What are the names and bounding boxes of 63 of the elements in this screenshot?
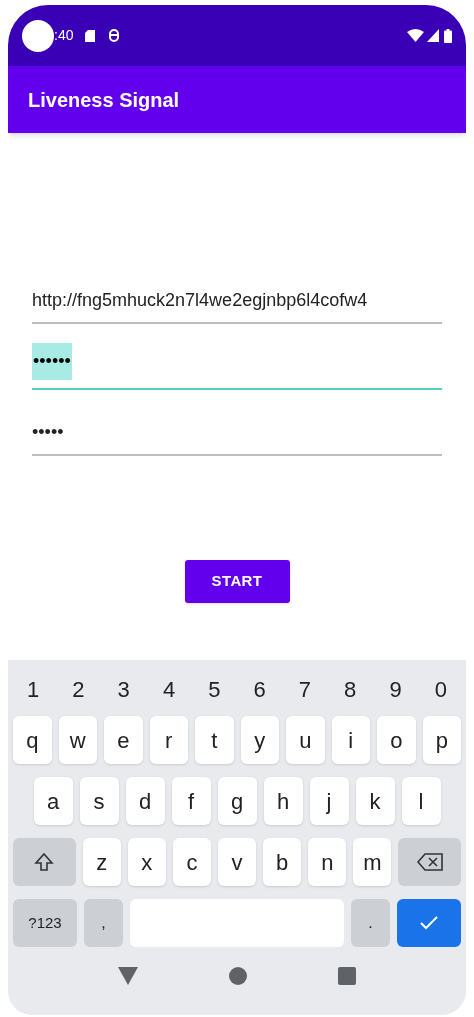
letter-key[interactable]: n — [308, 838, 347, 886]
start-button[interactable]: START — [184, 560, 290, 603]
letter-key[interactable]: f — [171, 777, 211, 825]
letter-key[interactable]: s — [79, 777, 119, 825]
letter-key[interactable]: c — [172, 838, 211, 886]
letter-key[interactable]: w — [58, 716, 97, 764]
letter-key[interactable]: u — [286, 716, 325, 764]
backspace-icon — [416, 853, 443, 871]
recents-icon[interactable] — [337, 967, 356, 985]
number-key[interactable]: 7 — [298, 672, 312, 706]
letter-key[interactable]: y — [240, 716, 279, 764]
input-field[interactable]: ••••• — [32, 410, 442, 456]
battery-icon — [444, 28, 452, 43]
letter-key[interactable]: j — [309, 777, 349, 825]
wifi-icon — [407, 29, 424, 42]
field-value: http://fng5mhuck2n7l4we2egjnbp6l4cofw4 — [32, 289, 368, 312]
letter-key[interactable]: q — [13, 716, 52, 764]
debug-icon — [109, 29, 120, 42]
letter-key[interactable]: e — [104, 716, 143, 764]
letter-key[interactable]: x — [127, 838, 166, 886]
field-value: ••••• — [32, 421, 64, 444]
letter-key[interactable]: m — [353, 838, 392, 886]
letter-key[interactable]: i — [331, 716, 370, 764]
letter-key[interactable]: o — [377, 716, 416, 764]
letter-key[interactable]: p — [422, 716, 461, 764]
backspace-key[interactable] — [398, 838, 461, 886]
number-key[interactable]: 5 — [208, 672, 221, 706]
number-key[interactable]: 1 — [27, 672, 40, 706]
input-field[interactable]: •••••• — [32, 344, 442, 390]
number-key[interactable]: 9 — [389, 672, 402, 706]
period-key[interactable]: . — [351, 899, 390, 947]
letter-key[interactable]: z — [82, 838, 121, 886]
letter-key[interactable]: b — [263, 838, 302, 886]
shift-key[interactable] — [13, 838, 76, 886]
number-key[interactable]: 4 — [162, 672, 176, 706]
back-icon[interactable] — [118, 967, 139, 985]
letter-key[interactable]: r — [149, 716, 188, 764]
symbols-key[interactable]: ?123 — [13, 899, 77, 947]
letter-key[interactable]: l — [401, 777, 441, 825]
field-value: •••••• — [32, 343, 72, 380]
sd-card-icon — [85, 29, 96, 42]
signal-icon — [427, 29, 439, 42]
done-key[interactable] — [397, 899, 461, 947]
shift-arrow-icon — [34, 852, 55, 872]
letter-key[interactable]: a — [33, 777, 73, 825]
number-key[interactable]: 6 — [253, 672, 266, 706]
home-icon[interactable] — [229, 967, 247, 985]
letter-key[interactable]: v — [217, 838, 257, 886]
input-field[interactable]: http://fng5mhuck2n7l4we2egjnbp6l4cofw4 — [32, 278, 442, 324]
letter-key[interactable]: g — [217, 777, 257, 825]
status-time: :40 — [54, 26, 74, 45]
number-key[interactable]: 2 — [72, 672, 85, 706]
letter-key[interactable]: k — [355, 777, 395, 825]
number-key[interactable]: 3 — [117, 672, 130, 706]
letter-key[interactable]: d — [125, 777, 165, 825]
letter-key[interactable]: t — [195, 716, 234, 764]
camera-cutout — [22, 19, 54, 52]
checkmark-icon — [420, 916, 438, 930]
number-key[interactable]: 8 — [344, 672, 357, 706]
number-key[interactable]: 0 — [434, 672, 447, 706]
letter-key[interactable]: h — [263, 777, 303, 825]
comma-key[interactable]: , — [84, 899, 123, 947]
app-title: Liveness Signal — [28, 87, 180, 113]
